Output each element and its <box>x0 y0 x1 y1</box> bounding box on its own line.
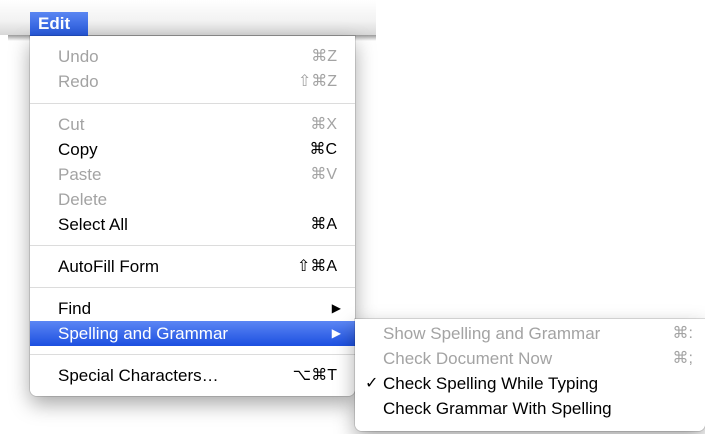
menu-item-check-spelling-while-typing[interactable]: ✓ Check Spelling While Typing <box>355 371 705 396</box>
keyboard-shortcut: ⌥⌘T <box>292 367 337 384</box>
spelling-submenu: Show Spelling and Grammar ⌘: Check Docum… <box>355 319 705 431</box>
keyboard-shortcut: ⌘: <box>672 325 693 342</box>
menu-item-special-characters[interactable]: Special Characters… ⌥⌘T <box>30 363 355 388</box>
menu-item-redo[interactable]: Redo ⇧⌘Z <box>30 69 355 94</box>
menu-item-check-grammar-with-spelling[interactable]: Check Grammar With Spelling <box>355 396 705 421</box>
menu-separator <box>30 287 355 288</box>
menu-item-label: Copy <box>58 140 98 159</box>
submenu-arrow-icon: ▶ <box>331 301 341 315</box>
menu-item-paste[interactable]: Paste ⌘V <box>30 162 355 187</box>
menu-item-label: Check Spelling While Typing <box>383 374 599 393</box>
menu-item-label: AutoFill Form <box>58 257 160 276</box>
keyboard-shortcut: ⌘V <box>310 166 337 183</box>
menu-item-find[interactable]: Find ▶ <box>30 296 355 321</box>
menu-item-autofill-form[interactable]: AutoFill Form ⇧⌘A <box>30 254 355 279</box>
menu-item-label: Check Grammar With Spelling <box>383 399 612 418</box>
keyboard-shortcut: ⌘A <box>310 216 337 233</box>
menu-item-cut[interactable]: Cut ⌘X <box>30 112 355 137</box>
menu-item-label: Cut <box>58 115 85 134</box>
menu-item-label: Paste <box>58 165 102 184</box>
checkmark-icon: ✓ <box>365 375 379 392</box>
keyboard-shortcut: ⌘Z <box>311 48 337 65</box>
menu-item-spelling-and-grammar[interactable]: Spelling and Grammar ▶ <box>30 321 355 346</box>
keyboard-shortcut: ⇧⌘A <box>296 258 337 275</box>
menu-item-select-all[interactable]: Select All ⌘A <box>30 212 355 237</box>
edit-menu: Undo ⌘Z Redo ⇧⌘Z Cut ⌘X Copy ⌘C Paste ⌘V… <box>30 36 355 396</box>
menu-item-check-document-now[interactable]: Check Document Now ⌘; <box>355 346 705 371</box>
menu-item-label: Check Document Now <box>383 349 553 368</box>
menu-item-label: Find <box>58 299 92 318</box>
menu-separator <box>30 103 355 104</box>
menu-item-delete[interactable]: Delete <box>30 187 355 212</box>
keyboard-shortcut: ⇧⌘Z <box>297 73 337 90</box>
menu-item-label: Undo <box>58 47 99 66</box>
menu-item-undo[interactable]: Undo ⌘Z <box>30 44 355 69</box>
menu-item-label: Show Spelling and Grammar <box>383 324 601 343</box>
menu-item-label: Redo <box>58 72 99 91</box>
menu-title-edit[interactable]: Edit <box>30 12 88 36</box>
menu-item-label: Select All <box>58 215 128 234</box>
menu-separator <box>30 245 355 246</box>
menu-item-copy[interactable]: Copy ⌘C <box>30 137 355 162</box>
submenu-arrow-icon: ▶ <box>331 326 341 340</box>
keyboard-shortcut: ⌘X <box>310 116 337 133</box>
keyboard-shortcut: ⌘; <box>672 350 693 367</box>
menu-item-label: Spelling and Grammar <box>58 324 229 343</box>
menu-item-label: Delete <box>58 190 108 209</box>
menu-item-label: Special Characters… <box>58 366 219 385</box>
menu-item-show-spelling-and-grammar[interactable]: Show Spelling and Grammar ⌘: <box>355 321 705 346</box>
menu-separator <box>30 354 355 355</box>
keyboard-shortcut: ⌘C <box>309 141 337 158</box>
